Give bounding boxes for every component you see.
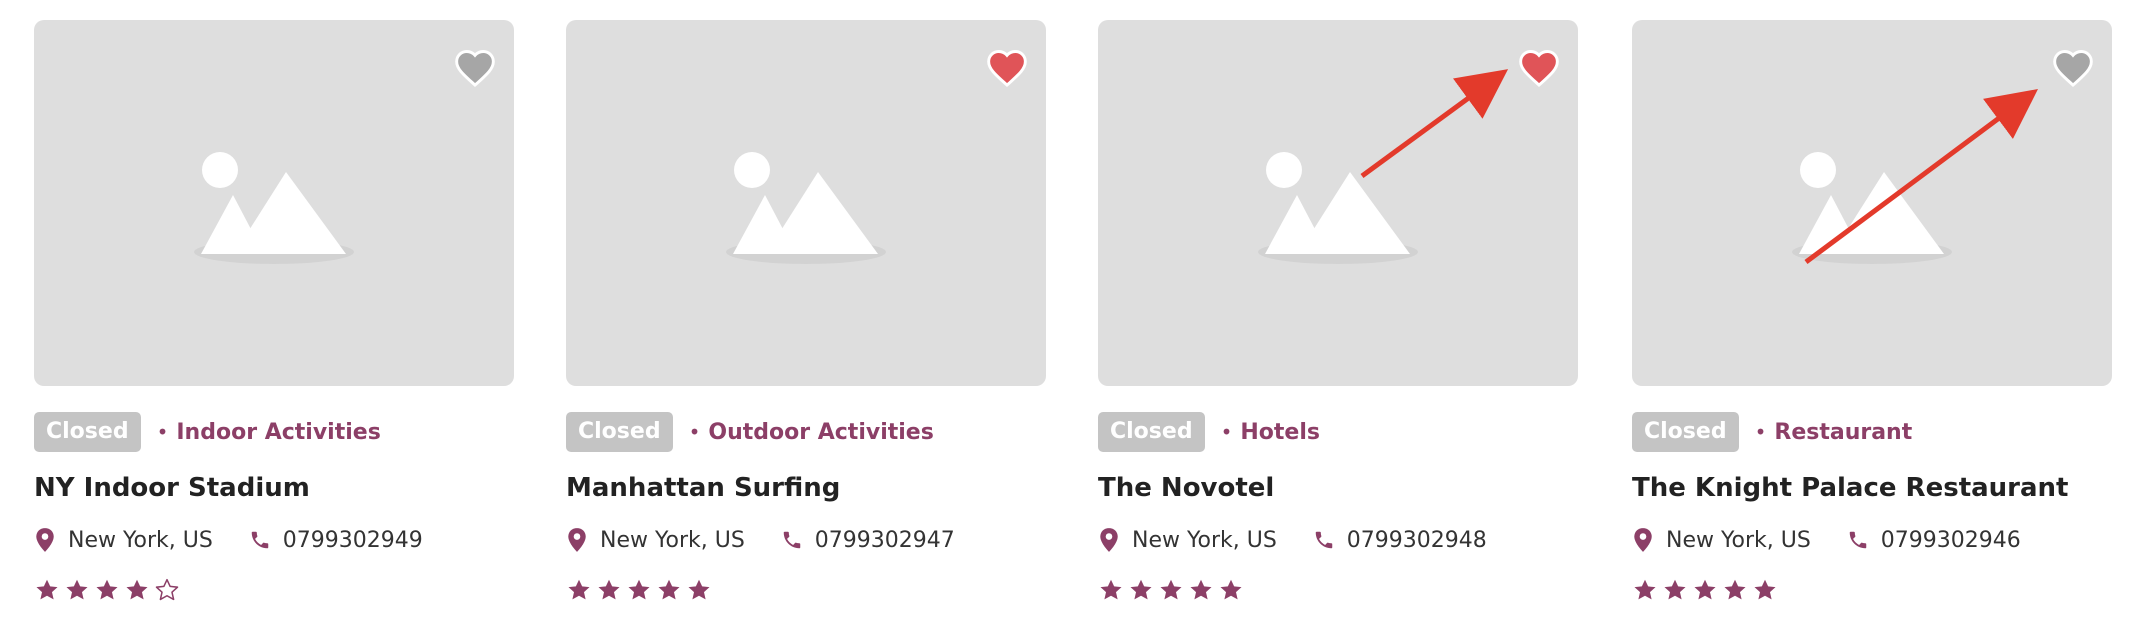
star-filled-icon [1098,577,1128,607]
phone-number[interactable]: 0799302946 [1881,528,2021,553]
listing-image[interactable] [34,20,514,386]
image-placeholder-icon [1792,152,1952,264]
listing-meta: Closed • Restaurant [1632,412,1912,452]
star-filled-icon [596,577,626,607]
listing-meta: Closed • Hotels [1098,412,1320,452]
listing-contact: New York, US 0799302947 [566,522,955,558]
phone-number[interactable]: 0799302947 [815,528,955,553]
listing-title[interactable]: Manhattan Surfing [566,468,840,508]
phone-icon [1847,527,1869,553]
map-pin-icon [1632,527,1654,553]
listing-card[interactable]: Closed • Outdoor Activities Manhattan Su… [566,0,1046,630]
listing-image[interactable] [566,20,1046,386]
category-link[interactable]: Hotels [1240,420,1320,445]
star-filled-icon [1692,577,1722,607]
listing-title[interactable]: NY Indoor Stadium [34,468,310,508]
location-text: New York, US [1666,527,1811,553]
status-badge: Closed [566,412,673,452]
separator-dot: • [156,420,169,444]
category-link[interactable]: Indoor Activities [176,420,380,445]
star-rating [1098,572,1248,612]
image-placeholder-icon [1258,152,1418,264]
listing-card[interactable]: Closed • Hotels The Novotel New York, US… [1098,0,1578,630]
image-placeholder-icon [194,152,354,264]
star-filled-icon [1128,577,1158,607]
listing-grid: Closed • Indoor Activities NY Indoor Sta… [0,0,2138,630]
star-rating [34,572,184,612]
image-placeholder-icon [726,152,886,264]
status-badge: Closed [1098,412,1205,452]
phone-number[interactable]: 0799302948 [1347,528,1487,553]
star-filled-icon [686,577,716,607]
location-text: New York, US [68,527,213,553]
star-rating [566,572,716,612]
star-filled-icon [1218,577,1248,607]
listing-title[interactable]: The Novotel [1098,468,1274,508]
favorite-heart-icon[interactable] [1517,46,1561,90]
star-filled-icon [1752,577,1782,607]
status-badge: Closed [1632,412,1739,452]
category-link[interactable]: Outdoor Activities [708,420,933,445]
separator-dot: • [688,420,701,444]
map-pin-icon [34,527,56,553]
star-filled-icon [1662,577,1692,607]
listing-card[interactable]: Closed • Restaurant The Knight Palace Re… [1632,0,2112,630]
favorite-heart-icon[interactable] [985,46,1029,90]
phone-icon [781,527,803,553]
status-badge: Closed [34,412,141,452]
listing-contact: New York, US 0799302949 [34,522,423,558]
listing-contact: New York, US 0799302946 [1632,522,2021,558]
star-filled-icon [626,577,656,607]
star-filled-icon [656,577,686,607]
map-pin-icon [1098,527,1120,553]
listing-meta: Closed • Indoor Activities [34,412,381,452]
star-filled-icon [94,577,124,607]
star-filled-icon [124,577,154,607]
star-filled-icon [566,577,596,607]
star-filled-icon [1722,577,1752,607]
favorite-heart-icon[interactable] [453,46,497,90]
map-pin-icon [566,527,588,553]
star-rating [1632,572,1782,612]
separator-dot: • [1754,420,1767,444]
star-filled-icon [1632,577,1662,607]
location-text: New York, US [1132,527,1277,553]
favorite-heart-icon[interactable] [2051,46,2095,90]
phone-icon [1313,527,1335,553]
phone-icon [249,527,271,553]
star-filled-icon [64,577,94,607]
category-link[interactable]: Restaurant [1774,420,1912,445]
star-filled-icon [34,577,64,607]
listing-title[interactable]: The Knight Palace Restaurant [1632,468,2068,508]
listing-meta: Closed • Outdoor Activities [566,412,934,452]
star-filled-icon [1158,577,1188,607]
star-empty-icon [154,577,184,607]
listing-contact: New York, US 0799302948 [1098,522,1487,558]
listing-card[interactable]: Closed • Indoor Activities NY Indoor Sta… [34,0,514,630]
star-filled-icon [1188,577,1218,607]
location-text: New York, US [600,527,745,553]
phone-number[interactable]: 0799302949 [283,528,423,553]
listing-image[interactable] [1632,20,2112,386]
listing-image[interactable] [1098,20,1578,386]
separator-dot: • [1220,420,1233,444]
